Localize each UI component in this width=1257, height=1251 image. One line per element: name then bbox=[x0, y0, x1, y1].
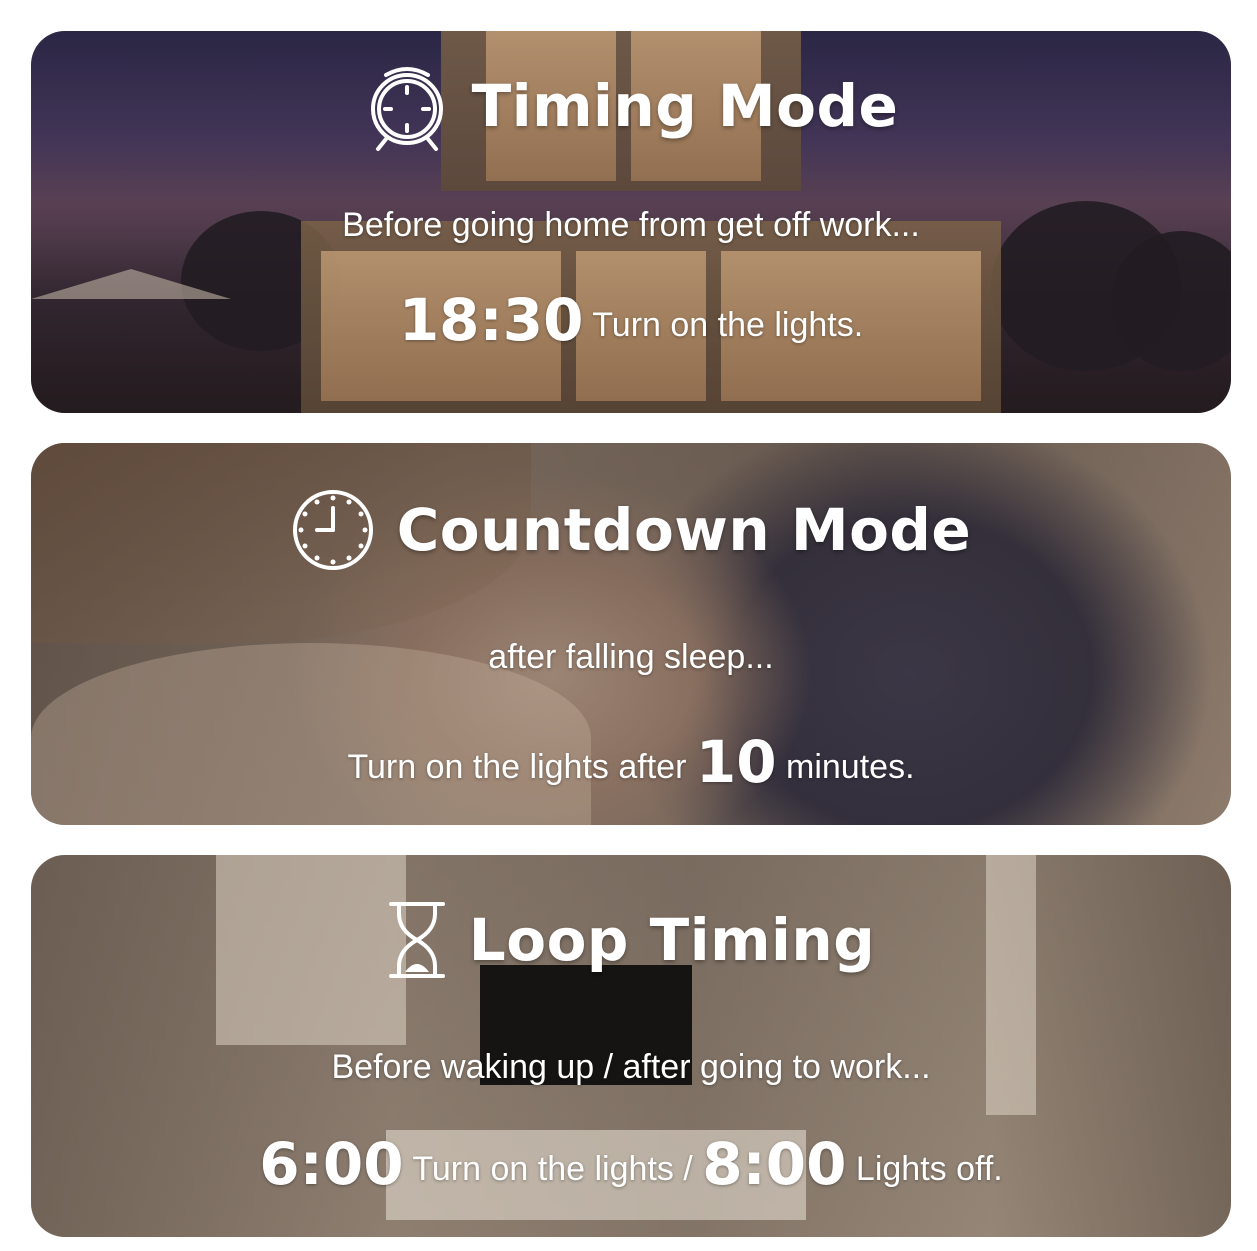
countdown-mode-card: Countdown Mode after falling sleep... Tu… bbox=[31, 443, 1231, 825]
alarm-clock-icon bbox=[364, 61, 450, 151]
countdown-action: Turn on the lights after 10 minutes. bbox=[31, 728, 1231, 796]
card-subtitle: Before waking up / after going to work..… bbox=[331, 1048, 931, 1086]
hourglass-icon bbox=[387, 900, 447, 980]
card-title: Timing Mode bbox=[471, 72, 899, 140]
timing-mode-header: Timing Mode bbox=[31, 61, 1231, 151]
timing-mode-card: Timing Mode Before going home from get o… bbox=[31, 31, 1231, 413]
card-title: Loop Timing bbox=[468, 906, 876, 974]
countdown-minutes: 10 bbox=[695, 728, 777, 796]
on-time: 6:00 bbox=[259, 1130, 404, 1198]
loop-timing-header: Loop Timing bbox=[31, 900, 1231, 980]
action-text: Turn on the lights. bbox=[592, 306, 864, 344]
timing-action: 18:30 Turn on the lights. bbox=[31, 286, 1231, 354]
loop-timing-card: Loop Timing Before waking up / after goi… bbox=[31, 855, 1231, 1237]
page: Timing Mode Before going home from get o… bbox=[0, 0, 1257, 1251]
action-on-text: Turn on the lights / bbox=[412, 1150, 693, 1188]
clock-icon bbox=[291, 488, 375, 572]
action-prefix: Turn on the lights after bbox=[347, 748, 687, 786]
card-subtitle: after falling sleep... bbox=[488, 638, 774, 676]
card-subtitle: Before going home from get off work... bbox=[342, 206, 920, 244]
off-time: 8:00 bbox=[702, 1130, 847, 1198]
action-suffix: minutes. bbox=[786, 748, 915, 786]
loop-action: 6:00 Turn on the lights / 8:00 Lights of… bbox=[31, 1130, 1231, 1198]
card-title: Countdown Mode bbox=[396, 496, 972, 564]
countdown-mode-header: Countdown Mode bbox=[31, 488, 1231, 572]
action-off-text: Lights off. bbox=[855, 1150, 1003, 1188]
on-time: 18:30 bbox=[398, 286, 584, 354]
